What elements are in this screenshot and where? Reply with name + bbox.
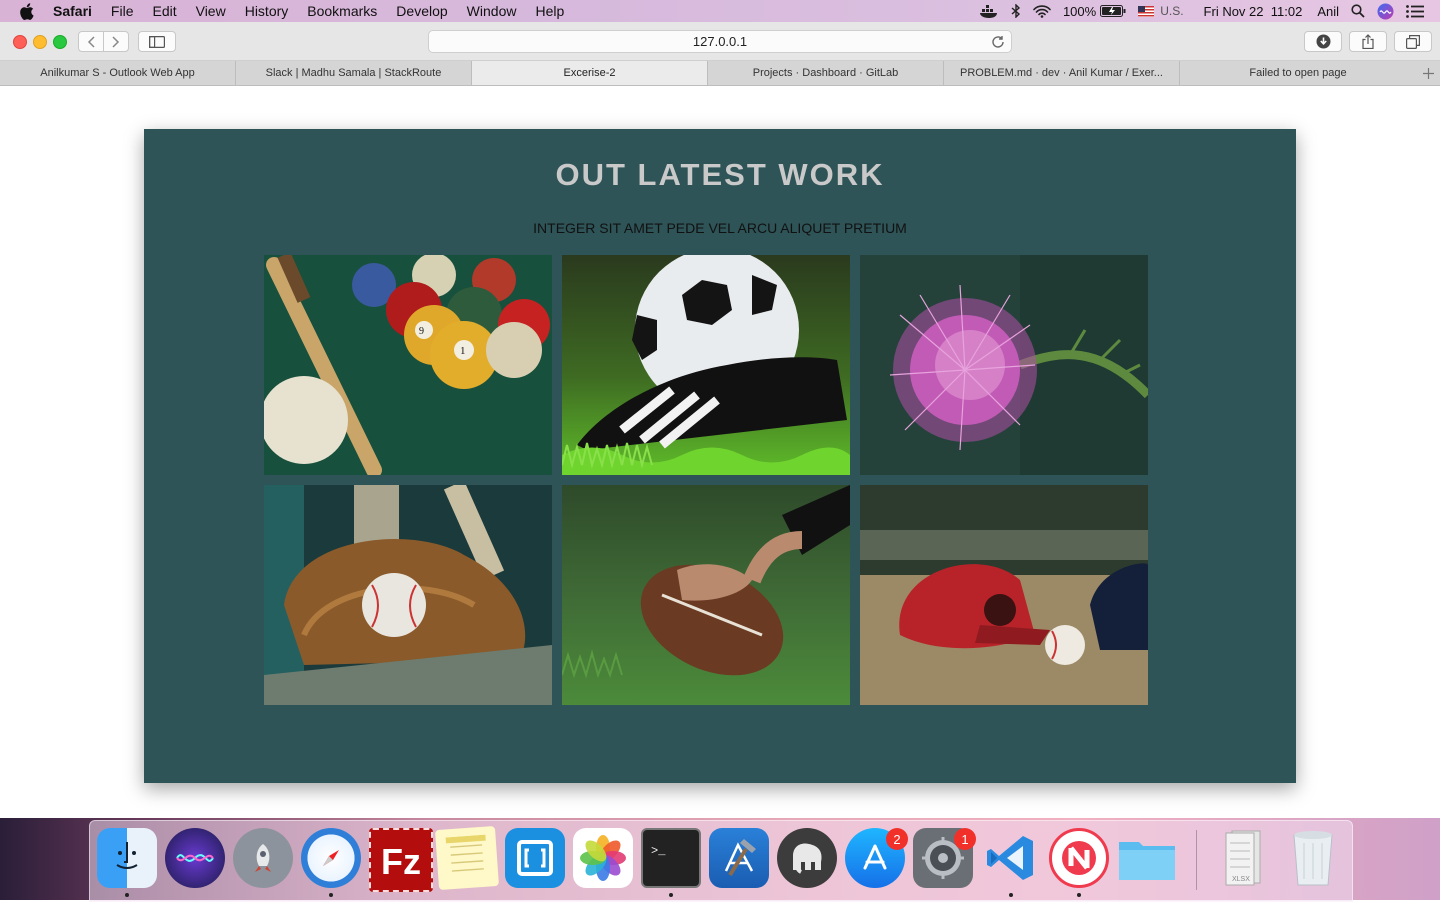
- siri-icon[interactable]: [1377, 3, 1394, 20]
- notes-icon[interactable]: [434, 825, 500, 891]
- menu-file[interactable]: File: [111, 3, 134, 19]
- vscode-running-indicator: [1009, 893, 1013, 897]
- dock-separator: [1196, 830, 1197, 890]
- portfolio-section: OUT LATEST WORK INTEGER SIT AMET PEDE VE…: [144, 129, 1296, 783]
- svg-text:XLSX: XLSX: [1232, 876, 1250, 883]
- svg-text:9: 9: [419, 326, 424, 337]
- tab-bar: Anilkumar S - Outlook Web App Slack | Ma…: [0, 61, 1440, 86]
- docker-icon[interactable]: [979, 4, 999, 18]
- new-tab-button[interactable]: [1416, 61, 1440, 85]
- menu-bookmarks[interactable]: Bookmarks: [307, 3, 377, 19]
- plus-icon: [1422, 67, 1434, 79]
- menu-app-name[interactable]: Safari: [53, 3, 92, 19]
- folder-icon[interactable]: [1117, 828, 1177, 888]
- minimize-window-button[interactable]: [33, 35, 47, 49]
- news-icon[interactable]: [1049, 828, 1109, 888]
- page-subtitle: INTEGER SIT AMET PEDE VEL ARCU ALIQUET P…: [533, 220, 907, 236]
- browser-toolbar: 127.0.0.1: [0, 22, 1440, 61]
- tab-excerise-2[interactable]: Excerise-2: [472, 61, 708, 85]
- forward-button[interactable]: [103, 31, 129, 52]
- terminal-running-indicator: [669, 893, 673, 897]
- bluetooth-icon[interactable]: [1011, 4, 1021, 18]
- menu-develop[interactable]: Develop: [396, 3, 447, 19]
- url-text[interactable]: 127.0.0.1: [693, 34, 747, 49]
- menu-help[interactable]: Help: [535, 3, 564, 19]
- us-flag-icon[interactable]: [1138, 5, 1155, 17]
- terminal-icon[interactable]: >_: [641, 828, 701, 888]
- siri-app-icon[interactable]: [165, 828, 225, 888]
- chevron-right-icon: [112, 35, 120, 48]
- menu-history[interactable]: History: [245, 3, 289, 19]
- share-button[interactable]: [1349, 31, 1387, 52]
- tab-overview-icon: [1406, 34, 1420, 49]
- work-thumb-billiards[interactable]: 1 9: [264, 255, 552, 475]
- sidebar-icon: [149, 35, 165, 48]
- battery-icon[interactable]: [1100, 5, 1126, 17]
- work-thumb-football[interactable]: [562, 485, 850, 705]
- clock[interactable]: Fri Nov 22 11:02: [1204, 4, 1303, 19]
- user-name[interactable]: Anil: [1317, 4, 1339, 19]
- downloads-button[interactable]: [1304, 31, 1342, 52]
- tab-gitlab-dashboard[interactable]: Projects · Dashboard · GitLab: [708, 61, 944, 85]
- chevron-left-icon: [87, 35, 95, 48]
- menu-bar: Safari File Edit View History Bookmarks …: [0, 0, 1440, 22]
- tab-problem-md[interactable]: PROBLEM.md · dev · Anil Kumar / Exer...: [944, 61, 1180, 85]
- menu-window[interactable]: Window: [467, 3, 517, 19]
- launchpad-icon[interactable]: [233, 828, 293, 888]
- xcode-icon[interactable]: [709, 828, 769, 888]
- svg-text:>_: >_: [651, 844, 666, 858]
- fullscreen-window-button[interactable]: [53, 35, 67, 49]
- battery-percent: 100%: [1062, 3, 1097, 19]
- download-icon: [1316, 34, 1330, 49]
- trash-icon[interactable]: [1283, 828, 1343, 888]
- spotlight-icon[interactable]: [1351, 4, 1365, 18]
- vscode-icon[interactable]: [981, 828, 1041, 888]
- tab-overview-button[interactable]: [1394, 31, 1432, 52]
- menu-view[interactable]: View: [196, 3, 226, 19]
- work-thumb-flower[interactable]: [860, 255, 1148, 475]
- tab-slack[interactable]: Slack | Madhu Samala | StackRoute: [236, 61, 472, 85]
- work-thumb-baseball-glove[interactable]: [264, 485, 552, 705]
- finder-running-indicator: [125, 893, 129, 897]
- safari-running-indicator: [329, 893, 333, 897]
- photos-icon[interactable]: [573, 828, 633, 888]
- close-window-button[interactable]: [13, 35, 27, 49]
- reload-icon[interactable]: [991, 35, 1005, 49]
- svg-text:Fz: Fz: [381, 841, 421, 880]
- address-bar[interactable]: 127.0.0.1: [428, 30, 1012, 53]
- work-thumb-helmet[interactable]: [860, 485, 1148, 705]
- app-store-badge: 2: [886, 828, 908, 850]
- tab-failed-page[interactable]: Failed to open page: [1180, 61, 1416, 85]
- back-button[interactable]: [78, 31, 104, 52]
- input-source-label[interactable]: U.S.: [1160, 4, 1183, 18]
- notification-center-icon[interactable]: [1406, 4, 1424, 18]
- svg-text:1: 1: [460, 345, 466, 357]
- wifi-icon[interactable]: [1033, 4, 1051, 18]
- brackets-icon[interactable]: [505, 828, 565, 888]
- safari-app-icon[interactable]: [301, 828, 361, 888]
- sidebar-toggle-button[interactable]: [138, 31, 176, 52]
- system-preferences-badge: 1: [954, 828, 976, 850]
- web-content: OUT LATEST WORK INTEGER SIT AMET PEDE VE…: [0, 86, 1440, 818]
- filezilla-icon[interactable]: Fz: [369, 828, 433, 892]
- share-icon: [1362, 34, 1374, 49]
- page-title: OUT LATEST WORK: [555, 157, 885, 192]
- xlsx-file-stack-icon[interactable]: XLSX: [1213, 828, 1273, 888]
- finder-icon[interactable]: [97, 828, 157, 888]
- tab-outlook[interactable]: Anilkumar S - Outlook Web App: [0, 61, 236, 85]
- news-running-indicator: [1077, 893, 1081, 897]
- work-thumb-soccer[interactable]: [562, 255, 850, 475]
- sequel-pro-elephant-icon[interactable]: [777, 828, 837, 888]
- apple-icon[interactable]: [19, 2, 39, 20]
- menu-edit[interactable]: Edit: [152, 3, 176, 19]
